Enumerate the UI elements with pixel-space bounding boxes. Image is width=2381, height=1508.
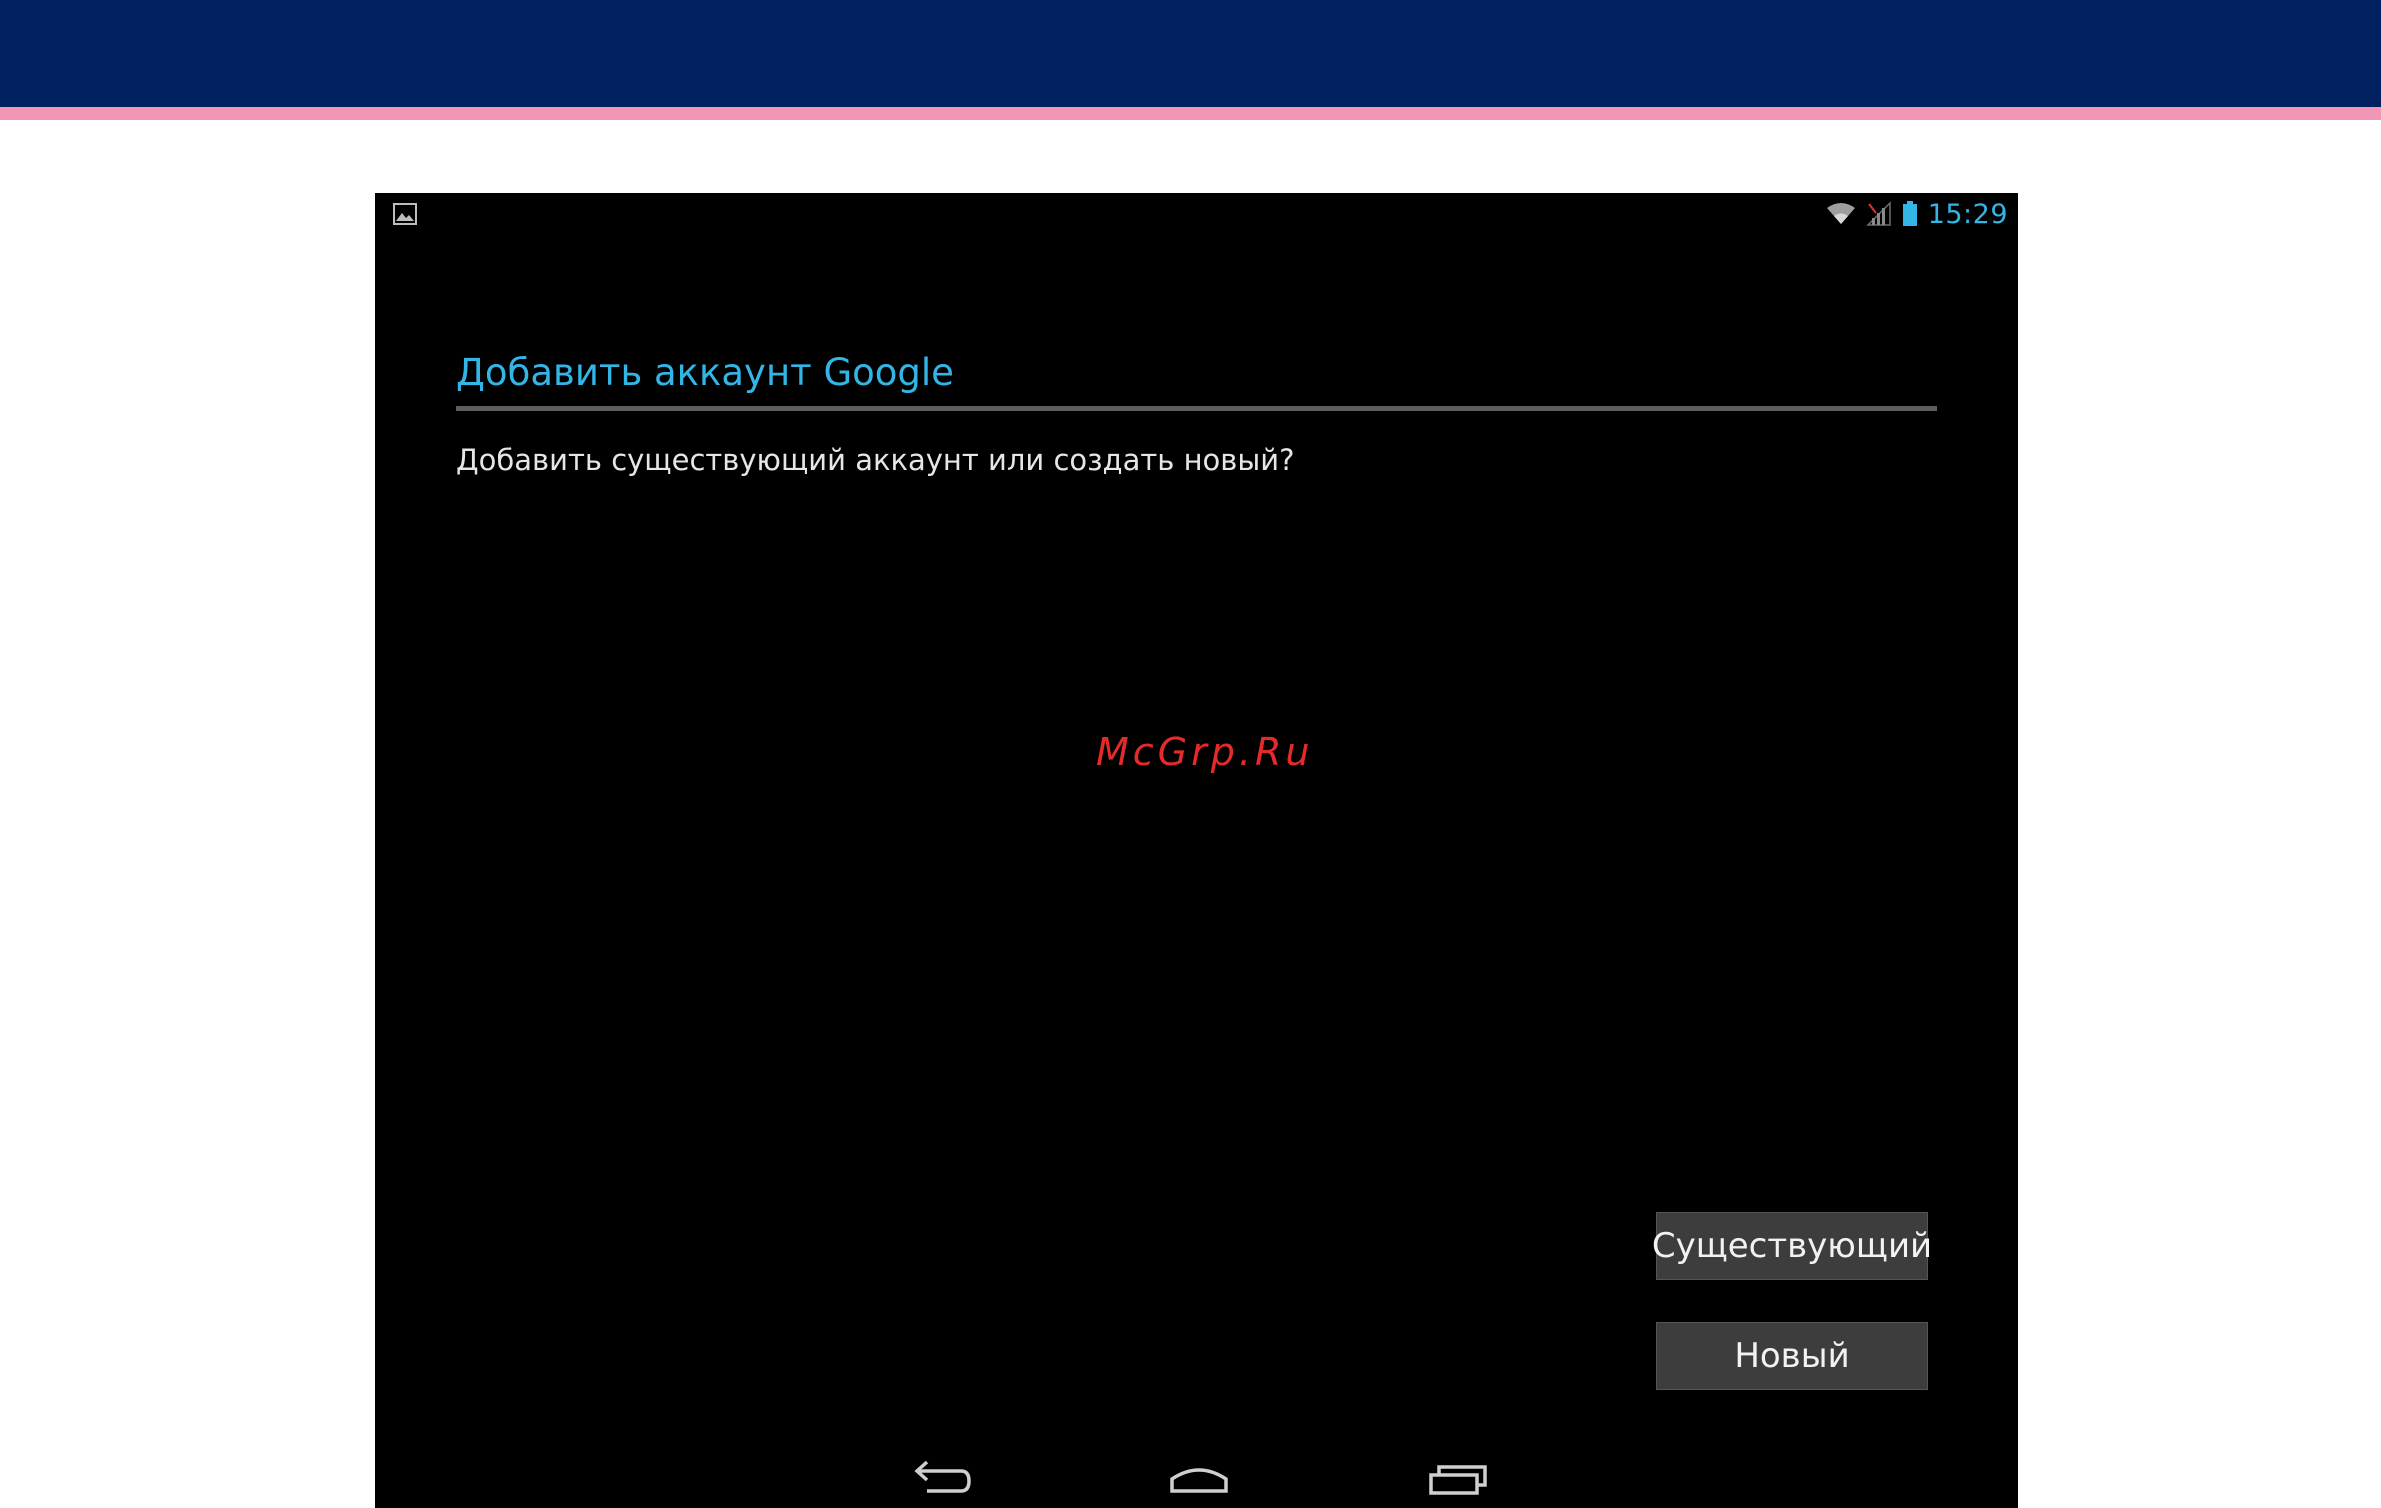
picture-icon [393,203,417,225]
wifi-icon [1826,203,1855,224]
tablet-screen: 15:29 Добавить аккаунт Google Добавить с… [375,193,2018,1508]
status-icons: 15:29 [1826,198,2008,230]
existing-account-button[interactable]: Существующий [1652,1212,1932,1280]
status-time: 15:29 [1927,198,2008,230]
new-account-button[interactable]: Новый [1656,1322,1928,1390]
home-icon[interactable] [1164,1453,1234,1503]
recents-icon[interactable] [1423,1453,1493,1503]
back-icon[interactable] [905,1453,975,1503]
watermark: McGrp.Ru [1096,730,1314,774]
title-divider [456,406,1937,411]
signal-icon [1865,201,1891,226]
header-band [0,0,2381,107]
navigation-bar [375,1443,2018,1508]
battery-icon [1902,201,1917,226]
dialog-title: Добавить аккаунт Google [456,351,954,394]
header-stripe [0,107,2381,120]
status-bar: 15:29 [375,193,2018,235]
dialog-message: Добавить существующий аккаунт или создат… [456,443,1295,477]
